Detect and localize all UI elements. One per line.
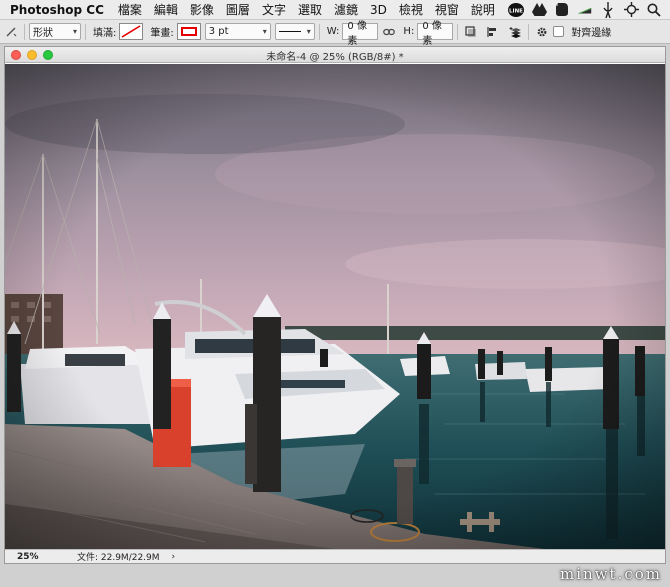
- menu-help[interactable]: 說明: [465, 1, 501, 18]
- chevron-right-icon[interactable]: ›: [172, 552, 176, 562]
- options-bar: 形狀 ▾ 填滿: 筆畫: 3 pt ▾ ▾ W: 0 像素 H: 0 像素 對齊…: [0, 20, 670, 47]
- menu-view[interactable]: 檢視: [393, 1, 429, 18]
- height-field[interactable]: 0 像素: [417, 21, 454, 47]
- evernote-icon[interactable]: [554, 2, 570, 18]
- chevron-down-icon: ▾: [262, 27, 267, 36]
- status-bar: 25% 文件: 22.9M/22.9M ›: [5, 549, 665, 563]
- link-icon[interactable]: [380, 23, 398, 41]
- line-icon[interactable]: LINE: [508, 2, 524, 18]
- path-arrangement-icon[interactable]: [506, 23, 524, 41]
- menu-layer[interactable]: 圖層: [220, 1, 256, 18]
- menu-3d[interactable]: 3D: [364, 3, 393, 17]
- menu-edit[interactable]: 編輯: [148, 1, 184, 18]
- menu-type[interactable]: 文字: [256, 1, 292, 18]
- menu-filter[interactable]: 濾鏡: [328, 1, 364, 18]
- path-alignment-icon[interactable]: [484, 23, 502, 41]
- app-menu[interactable]: Photoshop CC: [0, 3, 112, 17]
- align-edges-label: 對齊邊緣: [571, 28, 612, 39]
- stroke-label: 筆畫:: [150, 28, 174, 39]
- document-info: 文件: 22.9M/22.9M: [77, 553, 160, 563]
- stroke-width-field[interactable]: 3 pt ▾: [204, 23, 271, 40]
- no-fill-icon: [121, 25, 141, 38]
- marina-photo: [5, 64, 665, 549]
- document-title: 未命名-4 @ 25% (RGB/8#) *: [266, 52, 404, 63]
- separator: [85, 23, 86, 40]
- gear-icon[interactable]: [533, 23, 551, 41]
- document-canvas[interactable]: [5, 64, 665, 549]
- watermark: minwt.com: [560, 565, 662, 583]
- photoshop-screen: Photoshop CC 檔案 編輯 影像 圖層 文字 選取 濾鏡 3D 檢視 …: [0, 0, 670, 587]
- align-edges-checkbox[interactable]: [553, 26, 565, 37]
- stroke-type-select[interactable]: ▾: [274, 23, 315, 40]
- separator: [528, 23, 530, 40]
- fill-label: 填滿:: [93, 28, 117, 39]
- status-tray: LINE: [508, 1, 670, 18]
- zoom-level[interactable]: 25%: [5, 552, 53, 562]
- menu-image[interactable]: 影像: [184, 1, 220, 18]
- stroke-width-value: 3 pt: [208, 26, 229, 37]
- drive-icon[interactable]: [531, 2, 547, 18]
- height-label: H:: [403, 26, 415, 37]
- pen-icon[interactable]: [600, 1, 616, 18]
- stroke-swatch[interactable]: [176, 23, 201, 40]
- width-label: W:: [326, 26, 340, 37]
- stroke-line-preview: [278, 31, 301, 32]
- menu-bar: Photoshop CC 檔案 編輯 影像 圖層 文字 選取 濾鏡 3D 檢視 …: [0, 0, 670, 20]
- mode-select[interactable]: 形狀 ▾: [29, 23, 81, 40]
- menu-file[interactable]: 檔案: [112, 1, 148, 18]
- separator: [457, 23, 459, 40]
- chevron-down-icon: ▾: [72, 27, 77, 36]
- fill-swatch[interactable]: [119, 23, 144, 40]
- document-window: 未命名-4 @ 25% (RGB/8#) * 25% 文件: 22.9M/22.…: [4, 46, 666, 564]
- line-icon-label: LINE: [509, 8, 523, 14]
- menu-select[interactable]: 選取: [292, 1, 328, 18]
- move-icon[interactable]: [623, 2, 639, 18]
- separator: [24, 23, 25, 40]
- battery-icon[interactable]: [577, 2, 593, 18]
- chevron-down-icon: ▾: [306, 27, 311, 36]
- mode-select-value: 形狀: [33, 28, 53, 39]
- menu-window[interactable]: 視窗: [429, 1, 465, 18]
- stroke-swatch-color: [180, 27, 197, 36]
- width-field[interactable]: 0 像素: [342, 21, 379, 47]
- path-operations-icon[interactable]: [462, 23, 480, 41]
- separator: [318, 23, 320, 40]
- tool-preset-icon[interactable]: [2, 23, 20, 41]
- search-icon[interactable]: [646, 2, 662, 18]
- document-titlebar[interactable]: 未命名-4 @ 25% (RGB/8#) *: [5, 47, 665, 63]
